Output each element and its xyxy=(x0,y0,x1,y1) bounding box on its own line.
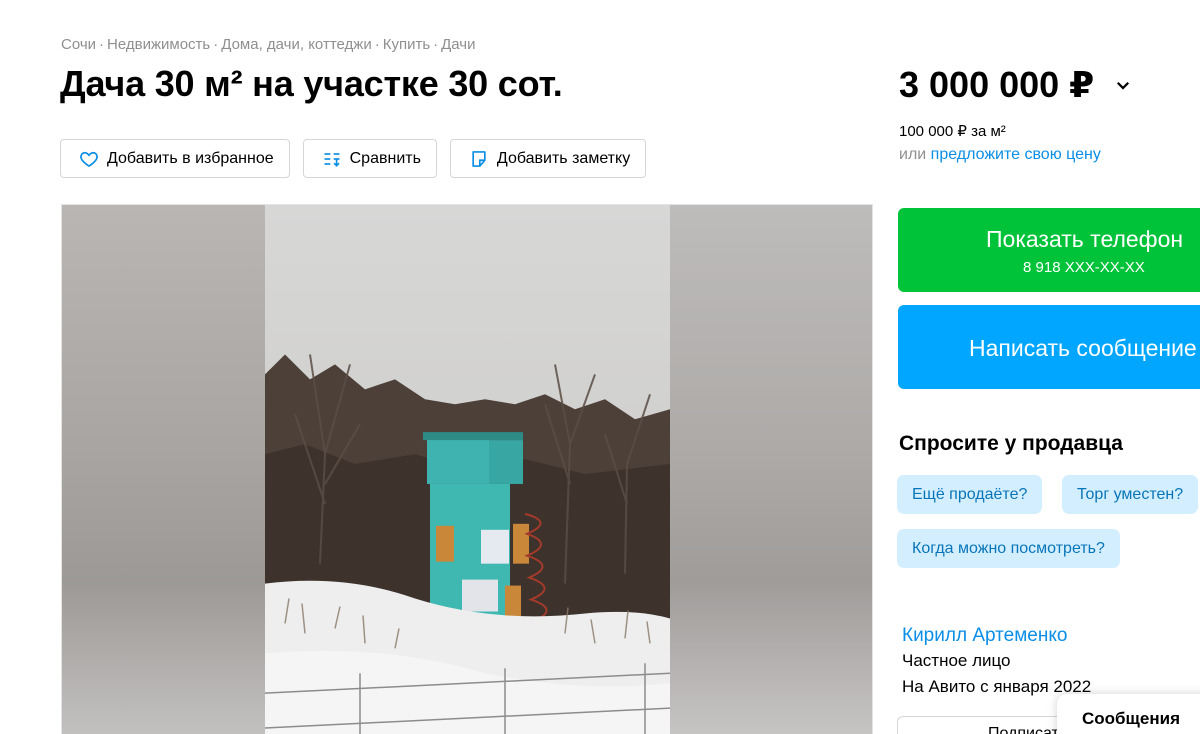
gallery-blurred-background-left xyxy=(62,205,265,734)
breadcrumb-item-dachas[interactable]: Дачи xyxy=(441,36,475,53)
offer-price-link[interactable]: предложите свою цену xyxy=(931,146,1101,163)
breadcrumb-separator: · xyxy=(99,36,105,53)
price-value: 3 000 000 ₽ xyxy=(899,64,1095,105)
question-chip-when-to-view[interactable]: Когда можно посмотреть? xyxy=(897,529,1120,568)
show-phone-label: Показать телефон xyxy=(986,226,1184,252)
breadcrumb-separator: · xyxy=(213,36,219,53)
breadcrumb-item-houses[interactable]: Дома, дачи, коттеджи xyxy=(221,36,371,53)
add-note-button[interactable]: Добавить заметку xyxy=(449,139,647,178)
price-per-m2: 100 000 ₽ за м² xyxy=(899,123,1006,140)
listing-actions: Добавить в избранное Сравнить Добавить з… xyxy=(60,139,647,178)
write-message-label: Написать сообщение xyxy=(969,335,1197,361)
gallery-blurred-background-right xyxy=(669,205,872,734)
chevron-down-icon[interactable] xyxy=(1114,76,1132,94)
compare-icon xyxy=(321,148,343,170)
breadcrumb-separator: · xyxy=(433,36,439,53)
show-phone-button[interactable]: Показать телефон 8 918 XXX-XX-XX xyxy=(898,208,1200,292)
question-chip-still-selling[interactable]: Ещё продаёте? xyxy=(897,475,1043,514)
note-icon xyxy=(468,148,490,170)
seller-type: Частное лицо xyxy=(902,651,1011,670)
seller-name-link[interactable]: Кирилл Артеменко xyxy=(902,625,1067,647)
price-offer: или предложите свою цену xyxy=(899,146,1101,164)
price-offer-prefix: или xyxy=(899,146,931,163)
compare-button[interactable]: Сравнить xyxy=(302,139,437,178)
messages-popup-label: Сообщения xyxy=(1082,709,1180,728)
add-to-favorites-button[interactable]: Добавить в избранное xyxy=(60,139,290,178)
photo-gallery[interactable] xyxy=(61,204,873,734)
compare-label: Сравнить xyxy=(349,149,421,167)
add-to-favorites-label: Добавить в избранное xyxy=(107,149,274,167)
write-message-button[interactable]: Написать сообщение xyxy=(898,305,1200,389)
breadcrumb-separator: · xyxy=(374,36,380,53)
messages-popup[interactable]: Сообщения xyxy=(1057,694,1200,734)
question-chip-bargain[interactable]: Торг уместен? xyxy=(1062,475,1199,514)
breadcrumb: Сочи · Недвижимость · Дома, дачи, коттеджи · К… xyxy=(61,36,476,53)
breadcrumb-item-realty[interactable]: Недвижимость xyxy=(107,36,210,53)
breadcrumb-item-buy[interactable]: Купить xyxy=(383,36,430,53)
add-note-label: Добавить заметку xyxy=(496,149,631,167)
main-photo[interactable] xyxy=(265,205,670,734)
ask-seller-title: Спросите у продавца xyxy=(899,432,1123,455)
page-title: Дача 30 м² на участке 30 сот. xyxy=(60,63,563,104)
price: 3 000 000 ₽ xyxy=(899,64,1132,106)
breadcrumb-item-city[interactable]: Сочи xyxy=(61,36,96,53)
masked-phone-number: 8 918 XXX-XX-XX xyxy=(1023,259,1145,276)
heart-icon xyxy=(78,148,100,170)
